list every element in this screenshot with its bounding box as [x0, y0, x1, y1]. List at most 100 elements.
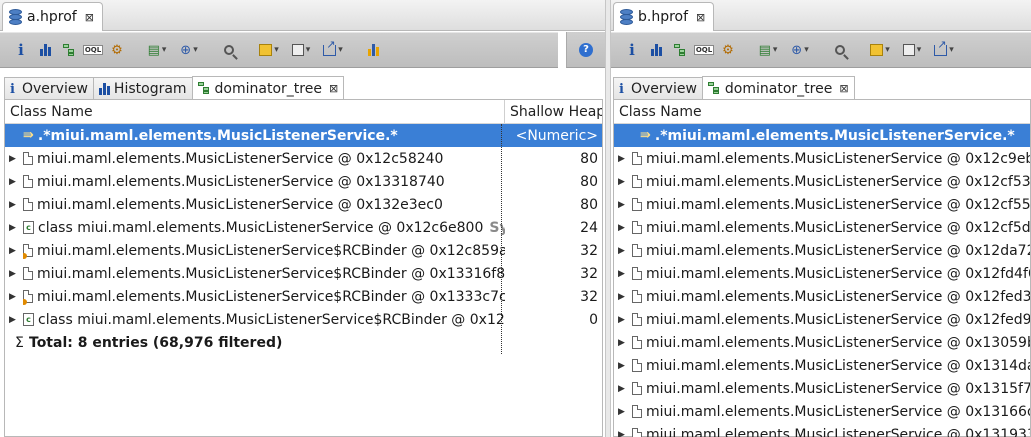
help-button[interactable]: ?	[566, 32, 605, 68]
editor-tabbar: a.hprof ⊠	[0, 0, 605, 31]
editor-tab-a-hprof[interactable]: a.hprof ⊠	[2, 2, 103, 31]
expand-arrow-icon[interactable]: ▶	[614, 407, 632, 417]
table-row[interactable]: ▶ miui.maml.elements.MusicListenerService…	[614, 147, 1030, 170]
overview-button[interactable]: i	[621, 39, 643, 61]
table-row[interactable]: ▶ miui.maml.elements.MusicListenerService…	[614, 400, 1030, 423]
table-row[interactable]: ▶ miui.maml.elements.MusicListenerService…	[614, 285, 1030, 308]
expand-arrow-icon[interactable]: ▶	[5, 315, 23, 325]
table-row[interactable]: ▶ miui.maml.elements.MusicListenerService…	[614, 193, 1030, 216]
filter-row[interactable]: ⇛ .*miui.maml.elements.MusicListenerServ…	[5, 124, 602, 147]
expand-arrow-icon[interactable]: ▶	[5, 200, 23, 210]
query-browser-dropdown[interactable]: ⊕	[174, 39, 204, 61]
heap-dump-overview-button[interactable]: ⚙	[106, 39, 128, 61]
table-row[interactable]: ▶ miui.maml.elements.MusicListenerService…	[5, 285, 602, 308]
table-row[interactable]: ▶ miui.maml.elements.MusicListenerService…	[614, 331, 1030, 354]
find-object-button[interactable]	[218, 39, 240, 61]
group-icon	[259, 44, 273, 56]
expand-arrow-icon[interactable]: ▶	[614, 430, 632, 437]
expand-arrow-icon[interactable]: ▶	[614, 361, 632, 371]
overview-button[interactable]: i	[10, 39, 32, 61]
expand-arrow-icon[interactable]: ▶	[5, 223, 23, 233]
expand-arrow-icon[interactable]: ▶	[5, 269, 23, 279]
table-row[interactable]: ▶ miui.maml.elements.MusicListenerService…	[5, 193, 602, 216]
close-icon[interactable]: ⊠	[85, 11, 94, 24]
expand-arrow-icon[interactable]: ▶	[614, 154, 632, 164]
dominator-tree-button[interactable]	[58, 39, 80, 61]
histogram-button[interactable]	[645, 39, 667, 61]
close-icon[interactable]: ⊠	[839, 82, 848, 95]
table-row[interactable]: ▶ miui.maml.elements.MusicListenerService…	[5, 170, 602, 193]
tab-label: Overview	[631, 81, 697, 97]
column-class-name[interactable]: Class Name	[614, 100, 1030, 123]
row-label: miui.maml.elements.MusicListenerService …	[646, 380, 1030, 397]
gear-icon: ⚙	[722, 42, 734, 58]
expand-arrow-icon[interactable]: ▶	[614, 177, 632, 187]
expand-arrow-icon[interactable]: ▶	[614, 223, 632, 233]
sigma-icon: Σ	[15, 334, 24, 351]
run-report-dropdown[interactable]: ▤	[753, 39, 783, 61]
total-row: Σ Total: 8 entries (68,976 filtered)	[5, 331, 602, 354]
table-row[interactable]: ▶ miui.maml.elements.MusicListenerService…	[5, 262, 602, 285]
tab-histogram[interactable]: Histogram	[92, 77, 193, 100]
column-shallow-heap[interactable]: Shallow Heap	[505, 100, 602, 123]
tab-dominator-tree[interactable]: dominator_tree ⊠	[191, 76, 345, 100]
expand-arrow-icon[interactable]: ▶	[5, 246, 23, 256]
editor-tab-b-hprof[interactable]: b.hprof ⊠	[613, 2, 715, 31]
table-row[interactable]: ▶ miui.maml.elements.MusicListenerService…	[614, 377, 1030, 400]
expand-arrow-icon[interactable]: ▶	[614, 384, 632, 394]
table-row[interactable]: ▶ miui.maml.elements.MusicListenerService…	[614, 308, 1030, 331]
dominator-tree-button[interactable]	[669, 39, 691, 61]
run-report-dropdown[interactable]: ▤	[142, 39, 172, 61]
histogram-icon	[650, 44, 662, 56]
find-object-button[interactable]	[829, 39, 851, 61]
row-label: miui.maml.elements.MusicListenerService …	[646, 311, 1030, 328]
table-row[interactable]: ▶ miui.maml.elements.MusicListenerService…	[5, 147, 602, 170]
row-label: miui.maml.elements.MusicListenerService …	[646, 265, 1030, 282]
row-label: miui.maml.elements.MusicListenerService …	[646, 426, 1030, 437]
table-row[interactable]: ▶ c class miui.maml.elements.MusicListener…	[5, 308, 602, 331]
expand-arrow-icon[interactable]: ▶	[614, 315, 632, 325]
column-divider	[501, 124, 502, 354]
object-icon	[632, 313, 642, 326]
close-icon[interactable]: ⊠	[329, 82, 338, 95]
heap-dump-overview-button[interactable]: ⚙	[717, 39, 739, 61]
column-class-name[interactable]: Class Name	[5, 100, 505, 123]
filter-row[interactable]: ⇛ .*miui.maml.elements.MusicListenerServ…	[614, 124, 1030, 147]
group-by-dropdown[interactable]	[254, 39, 284, 61]
object-icon	[632, 221, 642, 234]
row-label: miui.maml.elements.MusicListenerService …	[646, 150, 1030, 167]
table-row[interactable]: ▶ miui.maml.elements.MusicListenerService…	[614, 216, 1030, 239]
expand-arrow-icon[interactable]: ▶	[614, 292, 632, 302]
compare-button[interactable]	[362, 39, 384, 61]
oql-button[interactable]: OQL	[693, 39, 715, 61]
calculate-retained-dropdown[interactable]	[286, 39, 316, 61]
expand-arrow-icon[interactable]: ▶	[614, 269, 632, 279]
export-dropdown[interactable]	[318, 38, 348, 61]
oql-button[interactable]: OQL	[82, 39, 104, 61]
close-icon[interactable]: ⊠	[696, 11, 705, 24]
calculator-icon	[291, 44, 304, 56]
group-by-dropdown[interactable]	[865, 39, 895, 61]
tab-label: Overview	[22, 81, 88, 97]
table-row[interactable]: ▶ miui.maml.elements.MusicListenerService…	[614, 170, 1030, 193]
expand-arrow-icon[interactable]: ▶	[614, 338, 632, 348]
expand-arrow-icon[interactable]: ▶	[614, 246, 632, 256]
row-shallow-heap: 32	[580, 265, 598, 282]
calculate-retained-dropdown[interactable]	[897, 39, 927, 61]
tab-dominator-tree[interactable]: dominator_tree ⊠	[701, 76, 855, 100]
table-row[interactable]: ▶ miui.maml.elements.MusicListenerService…	[5, 239, 602, 262]
histogram-button[interactable]	[34, 39, 56, 61]
export-dropdown[interactable]	[929, 38, 959, 61]
tab-overview[interactable]: i Overview	[4, 77, 94, 100]
expand-arrow-icon[interactable]: ▶	[5, 154, 23, 164]
expand-arrow-icon[interactable]: ▶	[5, 177, 23, 187]
expand-arrow-icon[interactable]: ▶	[5, 292, 23, 302]
table-row[interactable]: ▶ c class miui.maml.elements.MusicListener…	[5, 216, 602, 239]
query-browser-dropdown[interactable]: ⊕	[785, 39, 815, 61]
table-row[interactable]: ▶ miui.maml.elements.MusicListenerService…	[614, 354, 1030, 377]
expand-arrow-icon[interactable]: ▶	[614, 200, 632, 210]
table-row[interactable]: ▶ miui.maml.elements.MusicListenerService…	[614, 423, 1030, 437]
table-row[interactable]: ▶ miui.maml.elements.MusicListenerService…	[614, 239, 1030, 262]
tab-overview[interactable]: i Overview	[613, 77, 703, 100]
table-row[interactable]: ▶ miui.maml.elements.MusicListenerService…	[614, 262, 1030, 285]
